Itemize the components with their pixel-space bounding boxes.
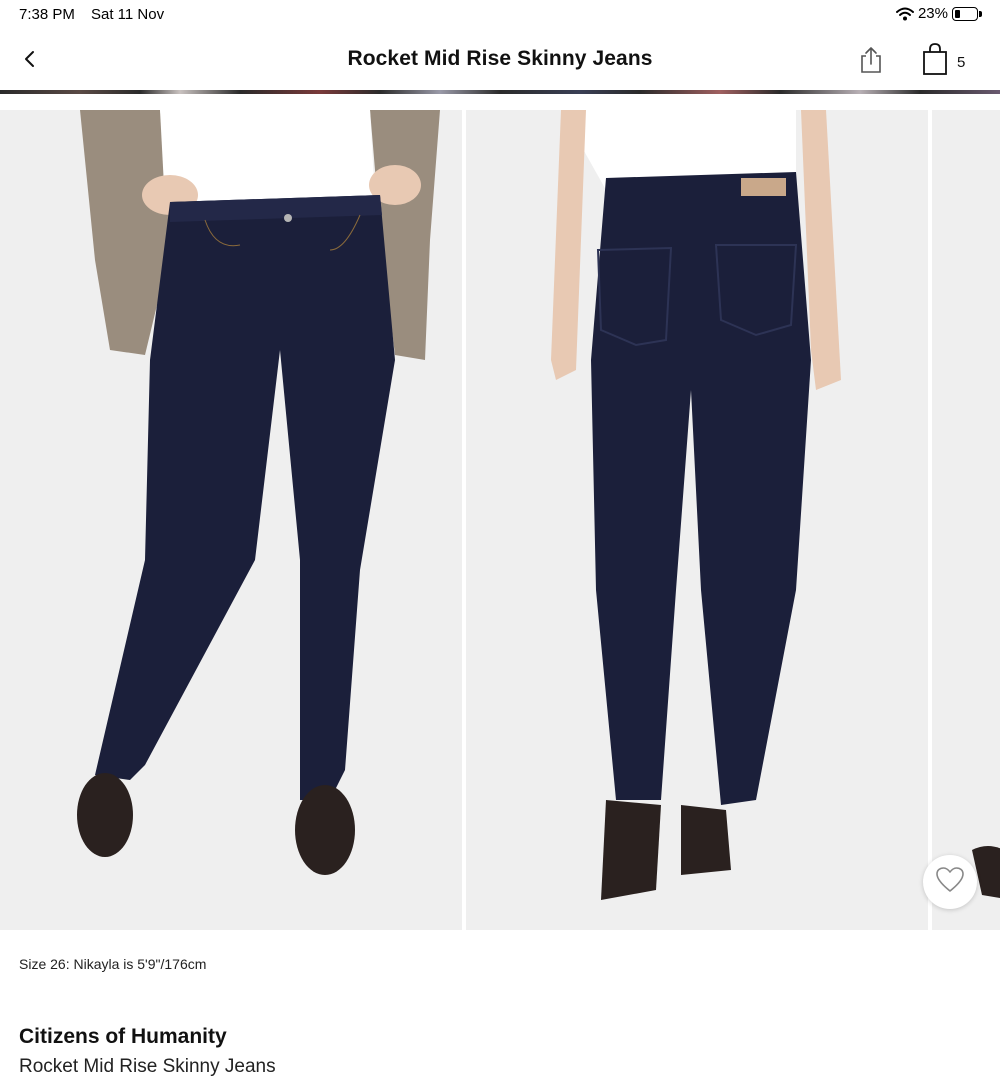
battery-icon xyxy=(952,6,982,21)
wifi-icon xyxy=(895,7,914,21)
product-image-partial[interactable] xyxy=(932,110,1000,930)
nav-bar: Rocket Mid Rise Skinny Jeans 5 xyxy=(0,30,1000,90)
favorite-button[interactable] xyxy=(923,855,977,909)
status-bar: 7:38 PM Sat 11 Nov 23% xyxy=(0,0,1000,30)
shopping-bag-icon xyxy=(920,43,950,82)
product-name: Rocket Mid Rise Skinny Jeans xyxy=(19,1056,276,1077)
battery-percent: 23% xyxy=(917,5,948,22)
status-time: 7:38 PM xyxy=(19,6,75,23)
battery-level xyxy=(955,9,960,18)
header-divider xyxy=(0,90,1000,94)
product-image-front[interactable] xyxy=(0,110,462,930)
bag-count: 5 xyxy=(957,54,966,71)
model-size-info: Size 26: Nikayla is 5'9"/176cm xyxy=(19,956,207,972)
product-image-back[interactable] xyxy=(466,110,928,930)
share-button[interactable] xyxy=(856,44,886,76)
brand-name[interactable]: Citizens of Humanity xyxy=(19,1025,227,1049)
shopping-bag-button[interactable]: 5 xyxy=(920,42,980,78)
heart-outline-icon xyxy=(935,866,965,899)
status-date: Sat 11 Nov xyxy=(91,6,165,23)
page-title: Rocket Mid Rise Skinny Jeans xyxy=(347,47,653,70)
product-gallery[interactable] xyxy=(0,110,1000,930)
status-indicators: 23% xyxy=(895,5,982,22)
share-icon xyxy=(856,47,886,80)
